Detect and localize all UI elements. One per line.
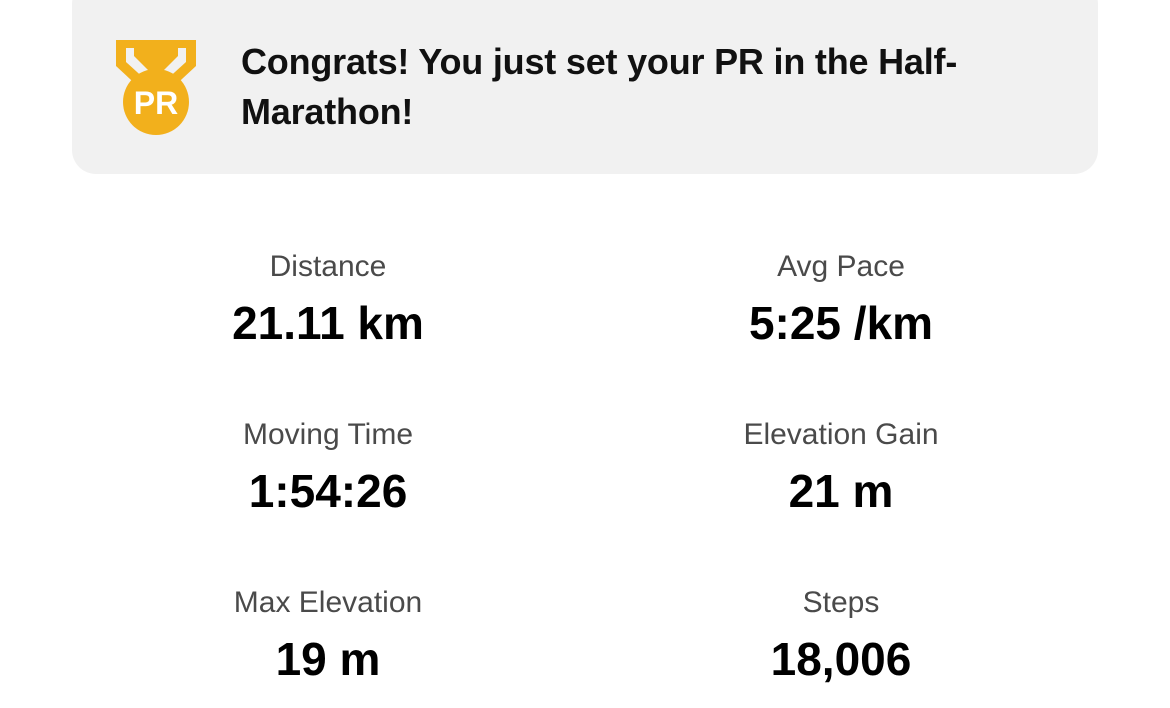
stat-label: Elevation Gain <box>743 418 939 451</box>
stat-distance: Distance 21.11 km <box>88 250 568 348</box>
pr-medal-icon: PR <box>110 36 202 136</box>
pr-badge-text: PR <box>134 85 178 121</box>
stat-label: Moving Time <box>242 418 414 451</box>
stat-value: 21.11 km <box>232 297 424 349</box>
stat-label: Distance <box>269 250 387 283</box>
stat-label: Steps <box>802 586 880 619</box>
stat-moving-time: Moving Time 1:54:26 <box>88 418 568 516</box>
stat-avg-pace: Avg Pace 5:25 /km <box>601 250 1081 348</box>
stat-value: 1:54:26 <box>248 465 408 517</box>
stat-value: 21 m <box>788 465 894 517</box>
stat-label: Avg Pace <box>777 250 905 283</box>
stat-label: Max Elevation <box>233 586 423 619</box>
stat-value: 18,006 <box>770 633 912 685</box>
stat-value: 5:25 /km <box>748 297 934 349</box>
stat-max-elevation: Max Elevation 19 m <box>88 586 568 684</box>
pr-message: Congrats! You just set your PR in the Ha… <box>241 41 958 132</box>
stat-value: 19 m <box>275 633 381 685</box>
stat-steps: Steps 18,006 <box>601 586 1081 684</box>
stat-elevation-gain: Elevation Gain 21 m <box>601 418 1081 516</box>
